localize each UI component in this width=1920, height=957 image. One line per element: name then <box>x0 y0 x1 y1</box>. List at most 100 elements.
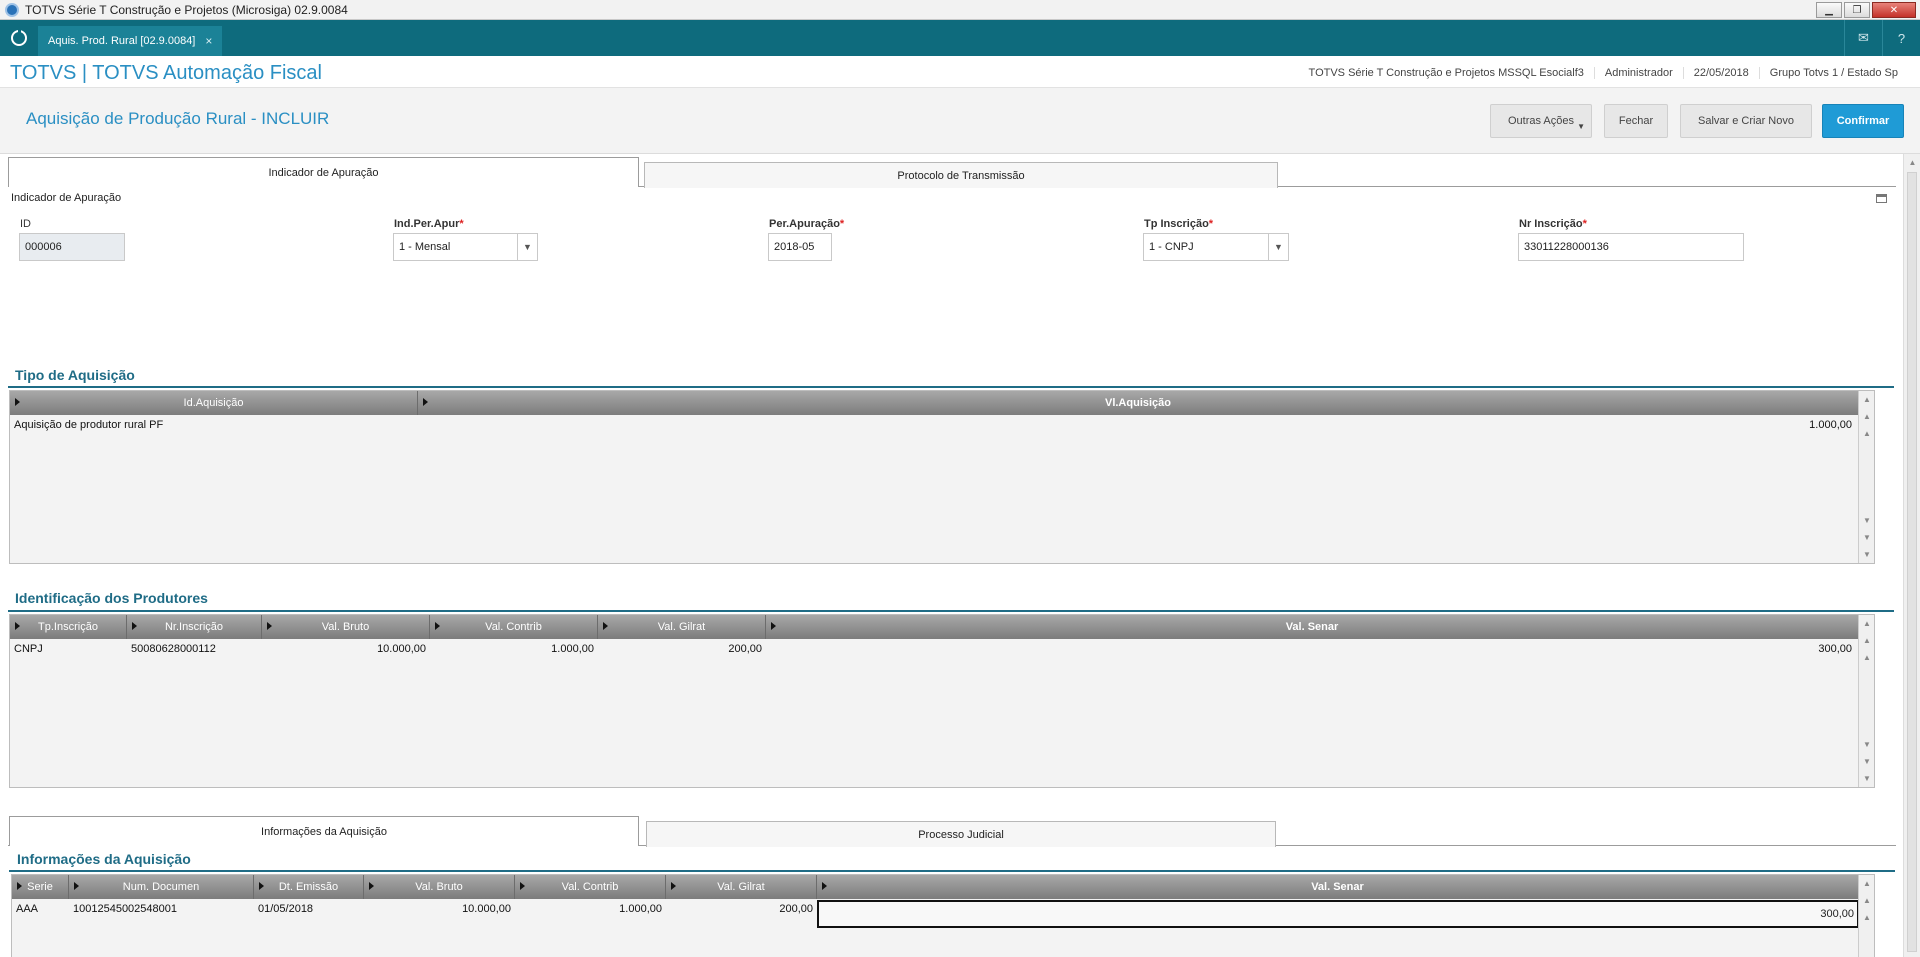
scroll-top-icon[interactable]: ▲ <box>1859 391 1875 408</box>
table-row-cell[interactable]: 200,00 <box>598 643 762 655</box>
ind-per-apur-select[interactable]: 1 - Mensal ▼ <box>393 233 538 261</box>
per-apuracao-input[interactable]: 2018-05 <box>768 233 832 261</box>
group-label: Indicador de Apuração <box>11 192 122 204</box>
scroll-page-up-icon[interactable]: ▲ <box>1859 632 1875 649</box>
scroll-top-icon[interactable]: ▲ <box>1859 875 1875 892</box>
main-panel: ▲ Indicador de Apuração Protocolo de Tra… <box>0 154 1920 957</box>
grid-header: Serie Num. Documen Dt. Emissão Val. Brut… <box>12 875 1859 899</box>
confirmar-button[interactable]: Confirmar <box>1822 104 1904 138</box>
required-mark: * <box>1582 218 1587 230</box>
scroll-top-icon[interactable]: ▲ <box>1859 615 1875 632</box>
scroll-page-up-icon[interactable]: ▲ <box>1859 892 1875 909</box>
tp-inscricao-label-text: Tp Inscrição <box>1144 218 1209 230</box>
selected-cell-val-senar[interactable]: 300,00 <box>817 900 1859 928</box>
scroll-page-up-icon[interactable]: ▲ <box>1859 408 1875 425</box>
header-date: 22/05/2018 <box>1682 67 1759 79</box>
col-serie[interactable]: Serie <box>12 875 69 899</box>
tab-protocolo-transmissao[interactable]: Protocolo de Transmissão <box>644 162 1278 188</box>
app-tab-aquis-prod-rural[interactable]: Aquis. Prod. Rural [02.9.0084] × <box>38 26 223 56</box>
dropdown-arrow-icon[interactable]: ▼ <box>517 234 537 260</box>
col-val-contrib[interactable]: Val. Contrib <box>430 615 598 639</box>
scroll-up-icon[interactable]: ▲ <box>1859 425 1875 442</box>
col-label: Val. Senar <box>1311 881 1364 893</box>
page-title: Aquisição de Produção Rural - INCLUIR <box>26 109 330 128</box>
tab-indicador-apuracao[interactable]: Indicador de Apuração <box>8 157 639 187</box>
restore-icon[interactable]: ❐ <box>1844 2 1870 18</box>
col-label: Tp.Inscrição <box>38 621 98 633</box>
col-val-bruto[interactable]: Val. Bruto <box>262 615 430 639</box>
dropdown-arrow-icon[interactable]: ▼ <box>1268 234 1288 260</box>
grid-scrollbar[interactable]: ▲ ▲ ▲ <box>1858 875 1874 957</box>
col-num-documen[interactable]: Num. Documen <box>69 875 254 899</box>
col-val-bruto[interactable]: Val. Bruto <box>364 875 515 899</box>
table-row-cell[interactable]: AAA <box>16 903 38 915</box>
table-row-cell[interactable]: 200,00 <box>666 903 813 915</box>
mail-icon[interactable]: ✉ <box>1844 20 1882 56</box>
col-val-gilrat[interactable]: Val. Gilrat <box>598 615 766 639</box>
table-row-cell[interactable]: 10.000,00 <box>262 643 426 655</box>
grid-info-aquisicao[interactable]: Serie Num. Documen Dt. Emissão Val. Brut… <box>11 874 1875 957</box>
col-val-contrib[interactable]: Val. Contrib <box>515 875 666 899</box>
outras-acoes-label: Outras Ações <box>1507 115 1575 127</box>
col-val-senar[interactable]: Val. Senar <box>817 875 1859 899</box>
per-apuracao-label-text: Per.Apuração <box>769 218 840 230</box>
main-scrollbar[interactable]: ▲ <box>1903 154 1920 957</box>
window-controls: ▁ ❐ ✕ <box>1816 2 1916 18</box>
section-line <box>8 386 1894 388</box>
col-val-gilrat[interactable]: Val. Gilrat <box>666 875 817 899</box>
col-id-aquisicao[interactable]: Id.Aquisição <box>10 391 418 415</box>
scroll-up-icon[interactable]: ▲ <box>1904 154 1920 170</box>
home-button[interactable] <box>0 20 38 56</box>
grid-produtores[interactable]: Tp.Inscrição Nr.Inscrição Val. Bruto Val… <box>9 614 1875 788</box>
scroll-up-icon[interactable]: ▲ <box>1859 909 1875 926</box>
grid-scrollbar[interactable]: ▲ ▲ ▲ ▼ ▼ ▼ <box>1858 615 1874 787</box>
nr-inscricao-input[interactable]: 33011228000136 <box>1518 233 1744 261</box>
per-apuracao-label: Per.Apuração* <box>769 218 844 230</box>
scroll-thumb[interactable] <box>1907 172 1917 952</box>
table-row-cell[interactable]: CNPJ <box>14 643 43 655</box>
table-row-cell[interactable]: 10.000,00 <box>364 903 511 915</box>
col-nr-inscricao[interactable]: Nr.Inscrição <box>127 615 262 639</box>
tab-processo-judicial[interactable]: Processo Judicial <box>646 821 1276 847</box>
col-label: Val. Gilrat <box>657 621 706 633</box>
table-row-cell[interactable]: 01/05/2018 <box>258 903 313 915</box>
col-val-senar[interactable]: Val. Senar <box>766 615 1859 639</box>
salvar-criar-novo-button[interactable]: Salvar e Criar Novo <box>1680 104 1812 138</box>
required-mark: * <box>459 218 464 230</box>
col-label: Vl.Aquisição <box>1104 397 1172 409</box>
app-logo-icon <box>5 2 19 17</box>
table-row-cell[interactable]: 10012545002548001 <box>73 903 177 915</box>
scroll-bottom-icon[interactable]: ▼ <box>1859 546 1875 563</box>
close-window-icon[interactable]: ✕ <box>1872 2 1916 18</box>
col-tp-inscricao[interactable]: Tp.Inscrição <box>10 615 127 639</box>
caret-down-icon: ▼ <box>1577 122 1585 131</box>
table-row-cell[interactable]: 300,00 <box>1818 643 1852 655</box>
scroll-page-down-icon[interactable]: ▼ <box>1859 529 1875 546</box>
scroll-down-icon[interactable]: ▼ <box>1859 512 1875 529</box>
tp-inscricao-select[interactable]: 1 - CNPJ ▼ <box>1143 233 1289 261</box>
fechar-button[interactable]: Fechar <box>1604 104 1668 138</box>
table-row-cell[interactable]: 1.000,00 <box>1809 419 1852 431</box>
scroll-down-icon[interactable]: ▼ <box>1859 736 1875 753</box>
table-row-cell[interactable]: 1.000,00 <box>430 643 594 655</box>
col-dt-emissao[interactable]: Dt. Emissão <box>254 875 364 899</box>
scroll-page-down-icon[interactable]: ▼ <box>1859 753 1875 770</box>
panel-toggle-icon[interactable] <box>1876 194 1887 203</box>
table-row-cell[interactable]: 50080628000112 <box>131 643 216 655</box>
col-label: Num. Documen <box>122 881 200 893</box>
table-row-cell[interactable]: 1.000,00 <box>515 903 662 915</box>
close-tab-icon[interactable]: × <box>205 34 212 48</box>
grid-scrollbar[interactable]: ▲ ▲ ▲ ▼ ▼ ▼ <box>1858 391 1874 563</box>
col-label: Serie <box>27 881 53 893</box>
tp-inscricao-label: Tp Inscrição* <box>1144 218 1213 230</box>
outras-acoes-button[interactable]: Outras Ações ▼ <box>1490 104 1592 138</box>
minimize-icon[interactable]: ▁ <box>1816 2 1842 18</box>
col-label: Nr.Inscrição <box>164 621 224 633</box>
scroll-up-icon[interactable]: ▲ <box>1859 649 1875 666</box>
grid-tipo-aquisicao[interactable]: Id.Aquisição Vl.Aquisição Aquisição de p… <box>9 390 1875 564</box>
col-vl-aquisicao[interactable]: Vl.Aquisição <box>418 391 1859 415</box>
help-icon[interactable]: ? <box>1882 20 1920 56</box>
table-row-cell[interactable]: Aquisição de produtor rural PF <box>14 419 163 431</box>
scroll-bottom-icon[interactable]: ▼ <box>1859 770 1875 787</box>
tab-informacoes-aquisicao[interactable]: Informações da Aquisição <box>9 816 639 846</box>
